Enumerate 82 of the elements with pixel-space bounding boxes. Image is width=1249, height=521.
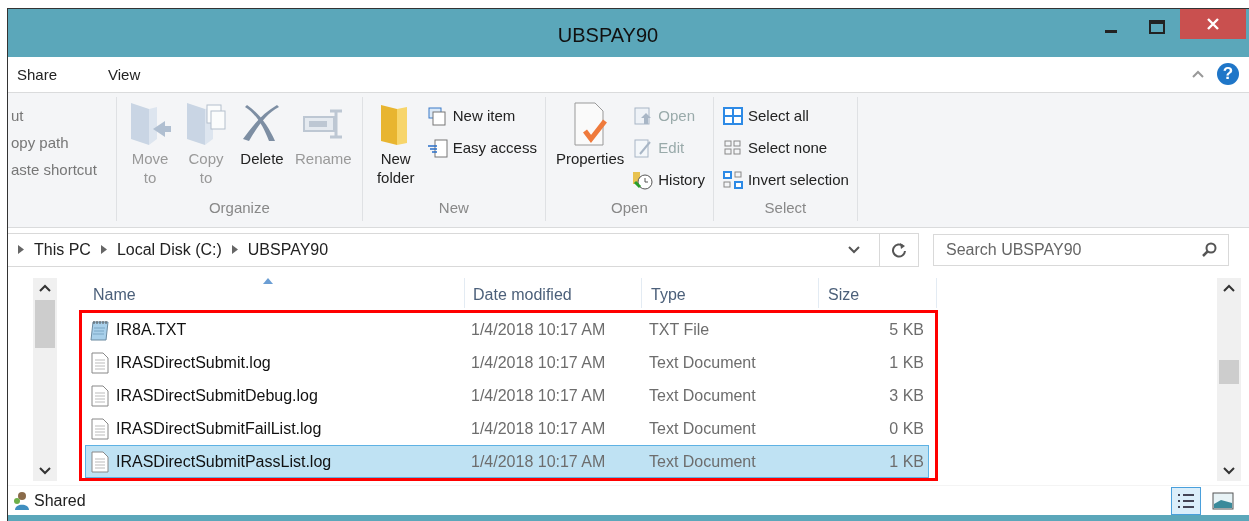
date-cell-text: 1/4/2018 10:17 AM [470,452,607,471]
breadcrumb-item[interactable]: Local Disk (C:) [116,240,222,259]
ribbon-tab[interactable]: View [99,65,141,83]
scroll-thumb[interactable] [1219,360,1239,385]
close-icon [1206,17,1220,31]
date-cell-text: 1/4/2018 10:17 AM [470,419,607,438]
ribbon-button[interactable]: Invert selection [721,166,849,193]
group-label: Select [763,198,808,218]
scroll-down-icon[interactable] [1223,467,1235,476]
status-text: Shared [34,491,86,510]
group-label: Organize [207,198,271,218]
file-name: IR8A.TXT [116,320,187,339]
notepad-icon [90,318,110,341]
scroll-down-icon[interactable] [39,467,51,476]
scrollbar[interactable] [1217,278,1241,482]
column-header[interactable]: Name [85,278,465,309]
group-label: Open [610,198,649,218]
size-cell-text: 1 KB [888,353,925,372]
file-name: IRASDirectSubmitDebug.log [116,386,318,405]
file-row[interactable]: IRASDirectSubmitFailList.log 1/4/2018 10:17 AM Text Document 0 KB [85,412,929,446]
ribbon-button[interactable]: Delete [237,98,287,199]
ribbon-command[interactable]: opy path [11,133,116,151]
ribbon-command[interactable]: aste shortcut [11,160,116,178]
file-row[interactable]: IR8A.TXT 1/4/2018 10:17 AM TXT File 5 KB [85,313,929,347]
size-cell-text: 0 KB [888,419,925,438]
type-cell-text: Text Document [648,452,757,471]
date-cell-text: 1/4/2018 10:17 AM [470,386,607,405]
ribbon-button[interactable]: New folder [370,98,421,199]
ribbon-button[interactable]: New item [426,102,537,129]
history-icon [632,169,655,190]
column-header[interactable]: Type [642,278,819,309]
group-label: New [437,198,470,218]
scroll-up-icon[interactable] [1223,284,1235,293]
search-field[interactable]: Search UBSPAY90 [933,233,1229,266]
scroll-thumb[interactable] [35,300,55,349]
chevron-icon[interactable] [100,245,107,255]
column-header[interactable]: Date modified [465,278,642,309]
ribbon-button[interactable]: Select all [721,102,849,129]
close-button[interactable] [1180,9,1246,39]
shared-users-icon [12,490,30,511]
ribbon-tab[interactable]: Share [8,65,58,83]
chevron-icon[interactable] [231,245,238,255]
address-bar[interactable]: This PC Local Disk (C:) UBSPAY90 [8,232,919,267]
date-cell-text: 1/4/2018 10:17 AM [470,353,607,372]
ribbon-command[interactable]: ut [11,106,116,124]
document-icon [90,417,110,440]
type-cell-text: TXT File [648,320,711,339]
file-name: IRASDirectSubmit.log [116,353,271,372]
scroll-up-icon[interactable] [39,284,51,293]
sort-arrow-icon [263,278,273,285]
ribbon-button[interactable]: Easy access [426,134,537,161]
collapse-ribbon-icon[interactable] [1191,69,1205,80]
document-icon [90,384,110,407]
search-icon[interactable] [1201,241,1217,258]
ribbon-button[interactable]: Properties [553,98,627,199]
type-cell-text: Text Document [648,419,757,438]
window-title: UBSPAY90 [556,23,660,48]
refresh-icon [891,241,907,258]
dropdown-icon[interactable] [847,244,861,255]
file-row[interactable]: IRASDirectSubmitDebug.log 1/4/2018 10:17 AM Text Document 3 KB [85,379,929,413]
breadcrumb-item[interactable]: This PC [34,240,91,259]
ribbon-button[interactable]: History [632,166,705,193]
help-button[interactable]: ? [1217,63,1239,86]
type-cell-text: Text Document [648,386,757,405]
details-view-icon[interactable] [1171,486,1201,515]
file-name: IRASDirectSubmitPassList.log [116,452,332,471]
size-cell-text: 3 KB [888,386,925,405]
type-cell-text: Text Document [648,353,757,372]
thumbnail-view-icon[interactable] [1211,490,1235,511]
file-row[interactable]: IRASDirectSubmitPassList.log 1/4/2018 10:17 AM Text Document 1 KB [85,445,929,479]
document-icon [90,450,110,473]
date-cell-text: 1/4/2018 10:17 AM [470,320,607,339]
scrollbar[interactable] [33,278,57,482]
size-cell-text: 5 KB [888,320,925,339]
file-name: IRASDirectSubmitFailList.log [116,419,322,438]
chevron-icon[interactable] [18,245,24,255]
file-row[interactable]: IRASDirectSubmit.log 1/4/2018 10:17 AM Text Document 1 KB [85,346,929,380]
column-header[interactable]: Size [819,278,937,309]
size-cell-text: 1 KB [888,452,925,471]
document-icon [90,351,110,374]
breadcrumb-item[interactable]: UBSPAY90 [247,240,329,259]
ribbon-button[interactable]: Select none [721,134,849,161]
